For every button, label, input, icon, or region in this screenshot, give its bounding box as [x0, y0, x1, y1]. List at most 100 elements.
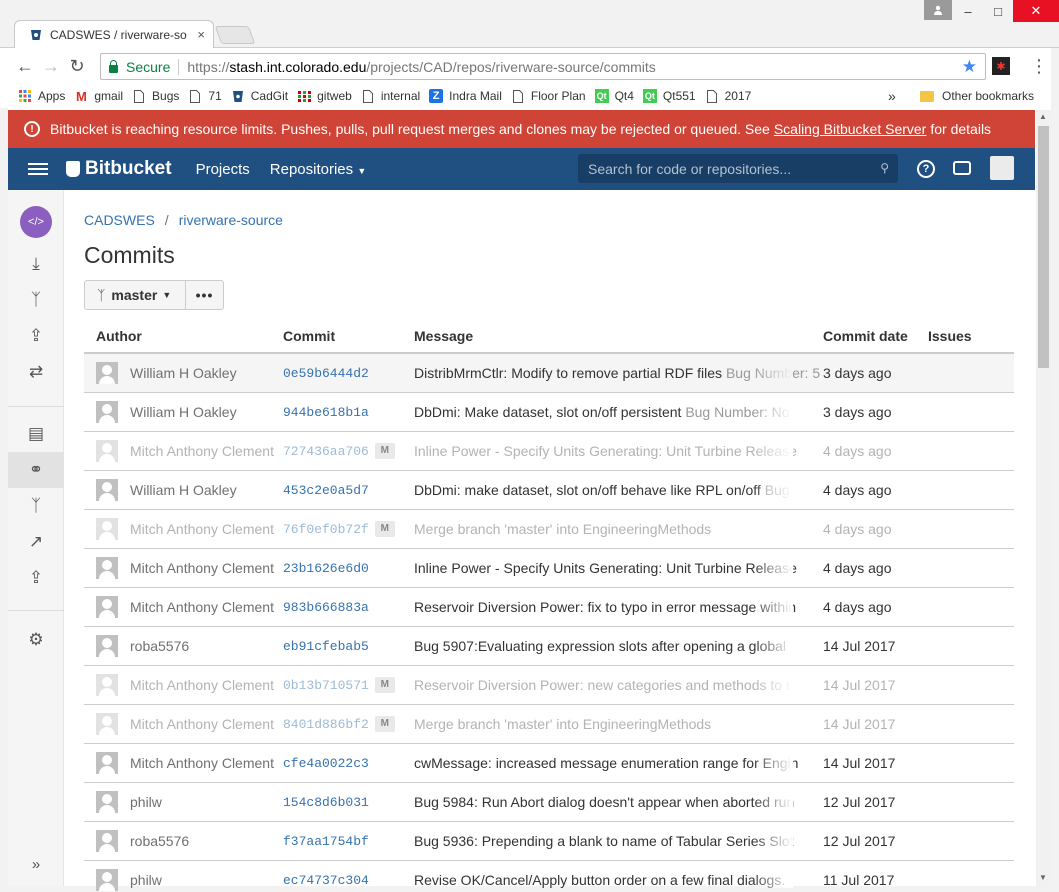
scroll-down-icon[interactable]: ▼	[1039, 873, 1047, 882]
author-name[interactable]: Mitch Anthony Clement	[130, 716, 274, 732]
author-name[interactable]: Mitch Anthony Clement	[130, 677, 274, 693]
settings-gear-icon[interactable]: ⚙	[24, 628, 48, 652]
commit-hash-link[interactable]: 154c8d6b031	[283, 795, 369, 810]
avatar[interactable]	[96, 713, 118, 735]
tab-close-icon[interactable]: ×	[197, 27, 205, 42]
author-name[interactable]: Mitch Anthony Clement	[130, 443, 274, 459]
author-name[interactable]: philw	[130, 794, 162, 810]
commit-hash-link[interactable]: 983b666883a	[283, 600, 369, 615]
inbox-icon[interactable]	[953, 161, 971, 175]
commit-hash-link[interactable]: cfe4a0022c3	[283, 756, 369, 771]
nav-projects[interactable]: Projects	[196, 161, 250, 178]
bookmark-gitweb[interactable]: gitweb	[297, 89, 352, 103]
avatar[interactable]	[96, 518, 118, 540]
close-window-icon[interactable]: ✕	[1013, 0, 1059, 22]
maximize-icon[interactable]: □	[983, 0, 1013, 22]
avatar[interactable]	[96, 830, 118, 852]
create-branch-icon[interactable]: ᛉ	[24, 288, 48, 312]
commit-hash-link[interactable]: 0e59b6444d2	[283, 366, 369, 381]
avatar[interactable]	[96, 752, 118, 774]
table-row[interactable]: Mitch Anthony Clement 23b1626e6d0 Inline P…	[84, 549, 1014, 588]
bookmark-cadgit[interactable]: CadGit	[231, 89, 288, 103]
commit-hash-link[interactable]: ec74737c304	[283, 873, 369, 888]
table-row[interactable]: Mitch Anthony Clement 983b666883a Reservoi…	[84, 588, 1014, 627]
table-row[interactable]: William H Oakley 453c2e0a5d7 DbDmi: make d…	[84, 471, 1014, 510]
avatar[interactable]	[96, 791, 118, 813]
compare-icon[interactable]: ⇄	[24, 360, 48, 384]
table-row[interactable]: roba5576 f37aa1754bf Bug 5936: Prepending …	[84, 822, 1014, 861]
commit-hash-link[interactable]: eb91cfebab5	[283, 639, 369, 654]
bookmark-71[interactable]: 71	[188, 89, 222, 103]
scaling-link[interactable]: Scaling Bitbucket Server	[774, 121, 927, 137]
bookmark-qt551[interactable]: Qt Qt551	[642, 89, 696, 103]
avatar[interactable]	[96, 440, 118, 462]
source-icon[interactable]: ▤	[24, 422, 48, 446]
author-name[interactable]: William H Oakley	[130, 482, 237, 498]
author-name[interactable]: roba5576	[130, 833, 189, 849]
author-name[interactable]: Mitch Anthony Clement	[130, 560, 274, 576]
profile-icon[interactable]	[924, 0, 952, 20]
bitbucket-logo[interactable]: Bitbucket	[66, 158, 172, 180]
table-row[interactable]: philw ec74737c304 Revise OK/Cancel/Apply b…	[84, 861, 1014, 892]
author-name[interactable]: William H Oakley	[130, 404, 237, 420]
pull-requests-icon[interactable]: ↗	[24, 530, 48, 554]
avatar[interactable]	[96, 479, 118, 501]
create-pull-request-icon[interactable]: ⇪	[24, 324, 48, 348]
commit-hash-link[interactable]: 944be618b1a	[283, 405, 369, 420]
more-actions-button[interactable]: •••	[185, 280, 224, 310]
forks-icon[interactable]: ⇪	[24, 566, 48, 590]
bookmark-internal[interactable]: internal	[361, 89, 420, 103]
breadcrumb-project[interactable]: CADSWES	[84, 212, 155, 228]
bookmark-star-icon[interactable]: ★	[962, 57, 977, 77]
commit-hash-link[interactable]: f37aa1754bf	[283, 834, 369, 849]
author-name[interactable]: roba5576	[130, 638, 189, 654]
table-row[interactable]: roba5576 eb91cfebab5 Bug 5907:Evaluating e…	[84, 627, 1014, 666]
commit-hash-link[interactable]: 23b1626e6d0	[283, 561, 369, 576]
minimize-icon[interactable]: –	[953, 0, 983, 22]
chrome-menu-icon[interactable]: ⋮	[1030, 56, 1048, 77]
forward-icon[interactable]: →	[38, 56, 64, 77]
pdf-extension-icon[interactable]: ✱	[992, 57, 1010, 75]
bookmark-bugs[interactable]: Bugs	[132, 89, 179, 103]
bookmark-indra-mail[interactable]: Z Indra Mail	[429, 89, 502, 103]
avatar[interactable]	[96, 596, 118, 618]
breadcrumb-repo[interactable]: riverware-source	[179, 212, 283, 228]
commit-hash-link[interactable]: 453c2e0a5d7	[283, 483, 369, 498]
sidebar-expand-icon[interactable]: »	[24, 852, 48, 876]
table-row[interactable]: Mitch Anthony Clement 727436aa706 M Inline …	[84, 432, 1014, 471]
branch-selector[interactable]: ᛉ master ▼	[84, 280, 186, 310]
secure-indicator[interactable]: Secure	[109, 59, 170, 75]
project-avatar[interactable]: </>	[20, 206, 52, 238]
commit-hash-link[interactable]: 8401d886bf2	[283, 717, 369, 732]
table-row[interactable]: William H Oakley 0e59b6444d2 DistribMrmCtl…	[84, 354, 1014, 393]
author-name[interactable]: philw	[130, 872, 162, 888]
table-row[interactable]: Mitch Anthony Clement 0b13b710571 M Reservo…	[84, 666, 1014, 705]
scroll-up-icon[interactable]: ▲	[1039, 112, 1047, 121]
bookmark-floor-plan[interactable]: Floor Plan	[511, 89, 586, 103]
table-row[interactable]: Mitch Anthony Clement cfe4a0022c3 cwMessag…	[84, 744, 1014, 783]
bookmark-gmail[interactable]: Mgmail	[74, 89, 123, 104]
commit-hash-link[interactable]: 0b13b710571	[283, 678, 369, 693]
help-icon[interactable]: ?	[917, 160, 935, 178]
avatar[interactable]	[96, 635, 118, 657]
back-icon[interactable]: ←	[12, 56, 38, 77]
new-tab-button[interactable]	[214, 26, 256, 44]
avatar[interactable]	[96, 362, 118, 384]
commit-hash-link[interactable]: 727436aa706	[283, 444, 369, 459]
author-name[interactable]: Mitch Anthony Clement	[130, 755, 274, 771]
author-name[interactable]: Mitch Anthony Clement	[130, 599, 274, 615]
author-name[interactable]: William H Oakley	[130, 365, 237, 381]
address-bar[interactable]: Secure https://stash.int.colorado.edu/pr…	[100, 53, 986, 80]
avatar[interactable]	[96, 674, 118, 696]
clone-icon[interactable]: ⤓	[24, 252, 48, 276]
table-row[interactable]: William H Oakley 944be618b1a DbDmi: Make d…	[84, 393, 1014, 432]
avatar[interactable]	[96, 869, 118, 891]
user-avatar[interactable]	[990, 156, 1014, 180]
avatar[interactable]	[96, 557, 118, 579]
bookmark-2017[interactable]: 2017	[705, 89, 751, 103]
table-row[interactable]: Mitch Anthony Clement 76f0ef0b72f M Merge b…	[84, 510, 1014, 549]
bookmark-apps[interactable]: Apps	[18, 89, 65, 103]
bookmark-qt4[interactable]: Qt Qt4	[594, 89, 634, 103]
commits-icon[interactable]: ⚭	[24, 458, 48, 482]
avatar[interactable]	[96, 401, 118, 423]
